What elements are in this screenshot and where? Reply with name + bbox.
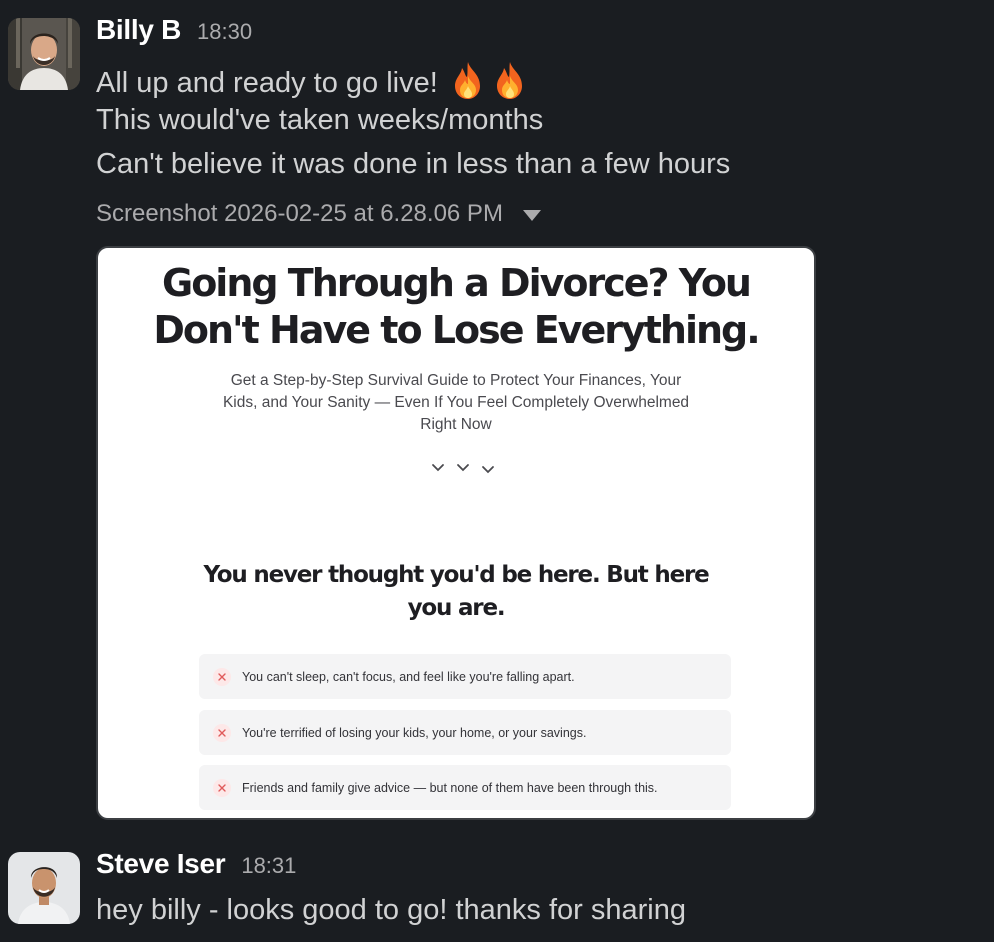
message-text-line: hey billy - looks good to go! thanks for… — [96, 894, 686, 926]
preview-subheadline-line: Right Now — [420, 416, 492, 433]
preview-section-heading: You never thought you'd be here. But her… — [98, 559, 814, 625]
message-text-line: This would've taken weeks/months — [96, 104, 544, 136]
preview-subheadline-line: Get a Step-by-Step Survival Guide to Pro… — [230, 372, 682, 389]
pain-point-item: Friends and family give advice — but non… — [199, 765, 731, 810]
pain-point-item: You're terrified of losing your kids, yo… — [199, 710, 731, 755]
attachment-image-preview[interactable]: Going Through a Divorce? You Don't Have … — [96, 246, 816, 820]
close-icon — [213, 723, 231, 742]
attachment-header: Screenshot 2026-02-25 at 6.28.06 PM — [96, 200, 541, 228]
timestamp[interactable]: 18:31 — [241, 853, 296, 879]
fire-icon — [448, 60, 488, 100]
pain-point-text: Friends and family give advice — but non… — [242, 780, 658, 795]
timestamp[interactable]: 18:30 — [197, 19, 252, 45]
attachment-file-name[interactable]: Screenshot 2026-02-25 at 6.28.06 PM — [96, 200, 503, 228]
avatar[interactable] — [8, 18, 80, 90]
message-header: Steve Iser 18:31 — [96, 848, 296, 880]
preview-section-heading-line: You never thought you'd be here. But her… — [203, 562, 709, 588]
chevron-down-icon[interactable] — [522, 209, 541, 221]
preview-section-heading-line: you are. — [407, 595, 506, 621]
avatar[interactable] — [8, 852, 80, 924]
preview-headline-line: Don't Have to Lose Everything. — [153, 308, 760, 352]
preview-subheadline-line: Kids, and Your Sanity — Even If You Feel… — [222, 394, 690, 411]
preview-headline-line: Going Through a Divorce? You — [162, 261, 752, 305]
author-name[interactable]: Billy B — [96, 14, 181, 46]
pain-point-text: You can't sleep, can't focus, and feel l… — [242, 669, 575, 684]
close-icon — [213, 778, 231, 797]
preview-headline: Going Through a Divorce? You Don't Have … — [98, 260, 814, 354]
fire-icon — [490, 60, 530, 100]
message-text-line: All up and ready to go live! — [96, 60, 530, 100]
preview-subheadline: Get a Step-by-Step Survival Guide to Pro… — [196, 370, 716, 436]
pain-point-item: You can't sleep, can't focus, and feel l… — [199, 654, 731, 699]
close-icon — [213, 667, 231, 686]
message-text: All up and ready to go live! — [96, 67, 438, 99]
author-name[interactable]: Steve Iser — [96, 848, 226, 880]
chevron-down-icon — [428, 460, 498, 480]
pain-point-text: You're terrified of losing your kids, yo… — [242, 725, 587, 740]
message-header: Billy B 18:30 — [96, 14, 252, 46]
message-text-line: Can't believe it was done in less than a… — [96, 148, 731, 180]
